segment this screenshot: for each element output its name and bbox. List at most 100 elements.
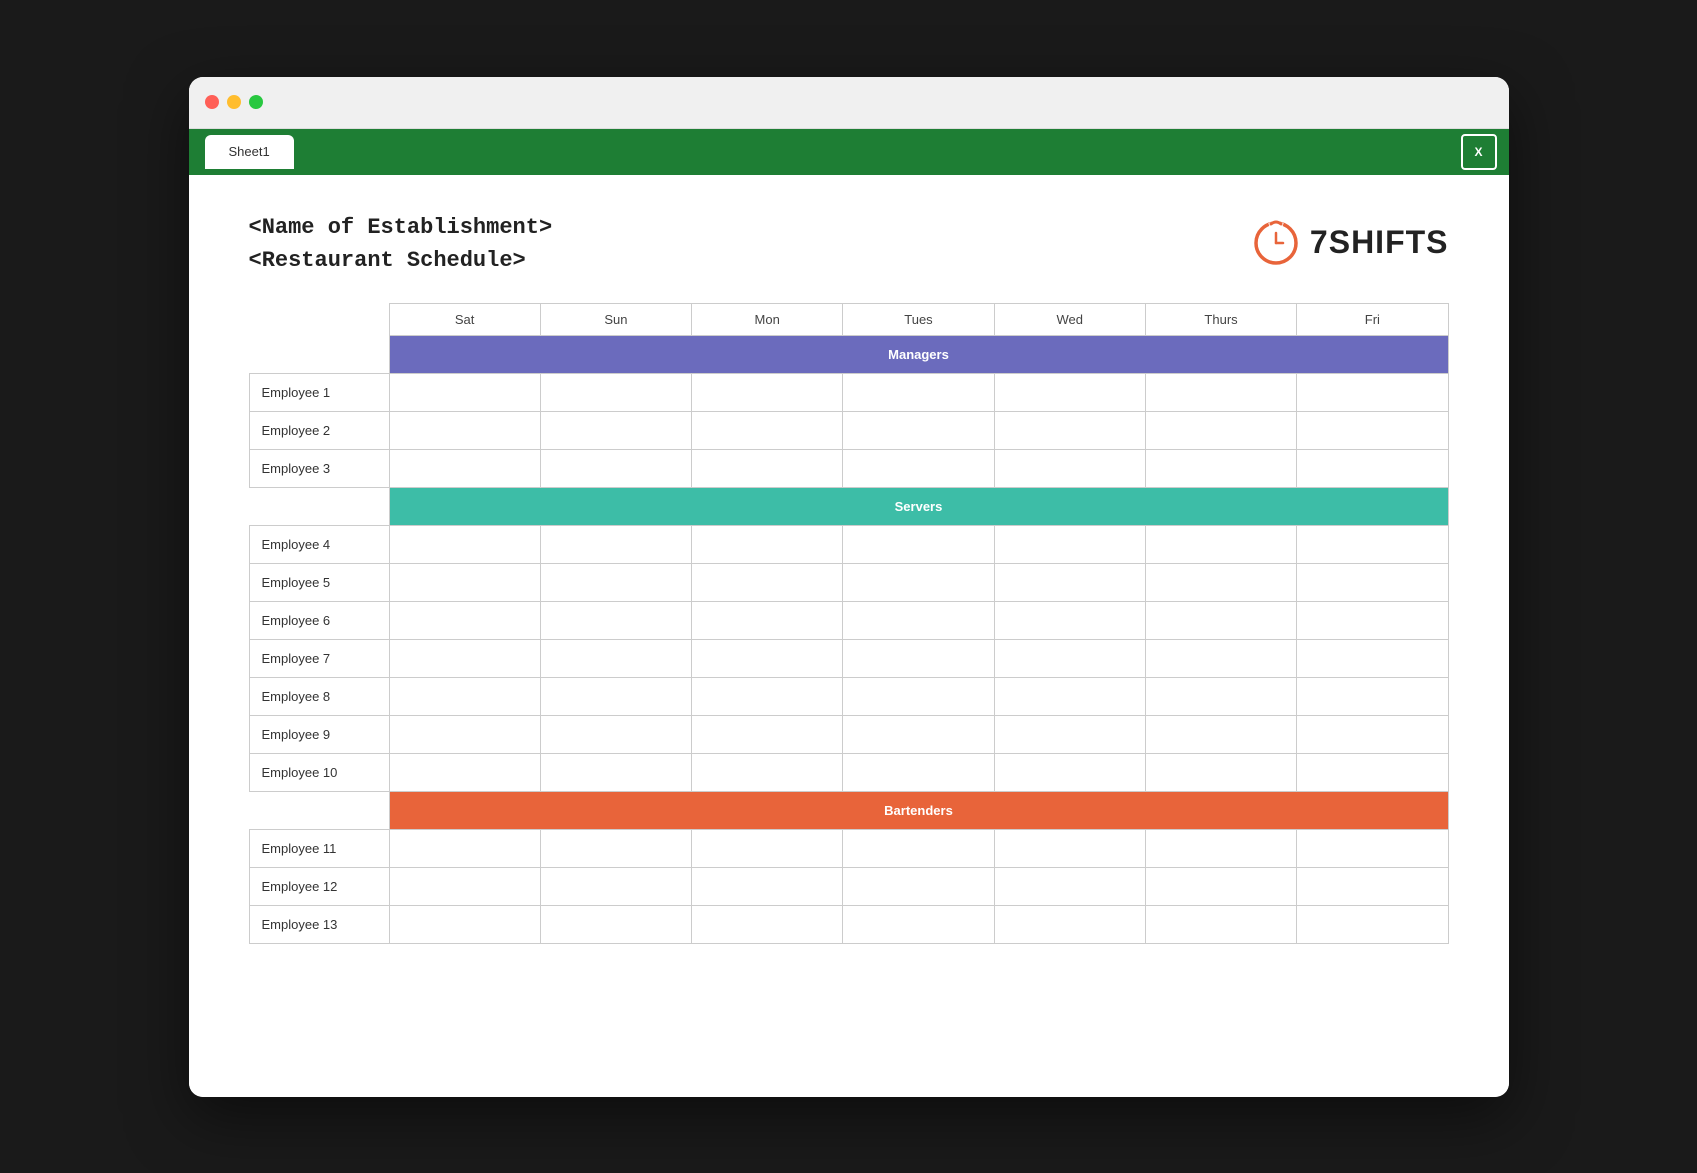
shift-cell[interactable] <box>994 753 1145 791</box>
shift-cell[interactable] <box>1145 829 1296 867</box>
shift-cell[interactable] <box>994 449 1145 487</box>
shift-cell[interactable] <box>692 715 843 753</box>
shift-cell[interactable] <box>1297 677 1448 715</box>
shift-cell[interactable] <box>389 373 540 411</box>
shift-cell[interactable] <box>843 639 994 677</box>
shift-cell[interactable] <box>389 563 540 601</box>
shift-cell[interactable] <box>843 867 994 905</box>
shift-cell[interactable] <box>1297 563 1448 601</box>
shift-cell[interactable] <box>540 829 691 867</box>
shift-cell[interactable] <box>1297 753 1448 791</box>
shift-cell[interactable] <box>1145 639 1296 677</box>
table-row: Employee 1 <box>249 373 1448 411</box>
shift-cell[interactable] <box>843 829 994 867</box>
shift-cell[interactable] <box>540 753 691 791</box>
shift-cell[interactable] <box>1145 715 1296 753</box>
shift-cell[interactable] <box>843 411 994 449</box>
shift-cell[interactable] <box>1297 601 1448 639</box>
shift-cell[interactable] <box>692 411 843 449</box>
shift-cell[interactable] <box>994 829 1145 867</box>
shift-cell[interactable] <box>843 677 994 715</box>
shift-cell[interactable] <box>540 563 691 601</box>
shift-cell[interactable] <box>389 601 540 639</box>
shift-cell[interactable] <box>540 677 691 715</box>
shift-cell[interactable] <box>994 373 1145 411</box>
shift-cell[interactable] <box>1297 829 1448 867</box>
shift-cell[interactable] <box>389 753 540 791</box>
shift-cell[interactable] <box>389 639 540 677</box>
shift-cell[interactable] <box>1145 411 1296 449</box>
shift-cell[interactable] <box>389 677 540 715</box>
shift-cell[interactable] <box>692 639 843 677</box>
shift-cell[interactable] <box>540 449 691 487</box>
shift-cell[interactable] <box>540 411 691 449</box>
shift-cell[interactable] <box>994 601 1145 639</box>
minimize-button[interactable] <box>227 95 241 109</box>
table-row: Employee 3 <box>249 449 1448 487</box>
shift-cell[interactable] <box>1297 525 1448 563</box>
shift-cell[interactable] <box>692 905 843 943</box>
shift-cell[interactable] <box>843 563 994 601</box>
shift-cell[interactable] <box>389 905 540 943</box>
shift-cell[interactable] <box>994 639 1145 677</box>
shift-cell[interactable] <box>692 867 843 905</box>
active-tab[interactable]: Sheet1 <box>205 135 294 169</box>
shift-cell[interactable] <box>1297 867 1448 905</box>
shift-cell[interactable] <box>843 525 994 563</box>
shift-cell[interactable] <box>540 639 691 677</box>
shift-cell[interactable] <box>1145 373 1296 411</box>
shift-cell[interactable] <box>1297 905 1448 943</box>
shift-cell[interactable] <box>540 373 691 411</box>
shift-cell[interactable] <box>692 677 843 715</box>
shift-cell[interactable] <box>994 905 1145 943</box>
shift-cell[interactable] <box>1145 753 1296 791</box>
shift-cell[interactable] <box>1145 601 1296 639</box>
shift-cell[interactable] <box>389 449 540 487</box>
shift-cell[interactable] <box>1297 639 1448 677</box>
shift-cell[interactable] <box>692 601 843 639</box>
excel-icon[interactable]: X <box>1461 134 1497 170</box>
shift-cell[interactable] <box>1297 715 1448 753</box>
shift-cell[interactable] <box>994 563 1145 601</box>
shift-cell[interactable] <box>1145 449 1296 487</box>
shift-cell[interactable] <box>1145 563 1296 601</box>
shift-cell[interactable] <box>843 373 994 411</box>
shift-cell[interactable] <box>994 525 1145 563</box>
shift-cell[interactable] <box>540 601 691 639</box>
shift-cell[interactable] <box>540 525 691 563</box>
shift-cell[interactable] <box>1145 867 1296 905</box>
shift-cell[interactable] <box>692 829 843 867</box>
close-button[interactable] <box>205 95 219 109</box>
shift-cell[interactable] <box>692 753 843 791</box>
shift-cell[interactable] <box>1145 525 1296 563</box>
table-row: Employee 6 <box>249 601 1448 639</box>
shift-cell[interactable] <box>1297 373 1448 411</box>
shift-cell[interactable] <box>540 905 691 943</box>
shift-cell[interactable] <box>389 867 540 905</box>
shift-cell[interactable] <box>1297 411 1448 449</box>
shift-cell[interactable] <box>843 715 994 753</box>
shift-cell[interactable] <box>389 525 540 563</box>
shift-cell[interactable] <box>692 563 843 601</box>
shift-cell[interactable] <box>389 829 540 867</box>
shift-cell[interactable] <box>994 677 1145 715</box>
shift-cell[interactable] <box>692 373 843 411</box>
shift-cell[interactable] <box>994 867 1145 905</box>
shift-cell[interactable] <box>540 867 691 905</box>
shift-cell[interactable] <box>843 449 994 487</box>
shift-cell[interactable] <box>843 601 994 639</box>
shift-cell[interactable] <box>389 715 540 753</box>
shift-cell[interactable] <box>843 905 994 943</box>
shift-cell[interactable] <box>692 449 843 487</box>
shift-cell[interactable] <box>994 715 1145 753</box>
shift-cell[interactable] <box>692 525 843 563</box>
shift-cell[interactable] <box>540 715 691 753</box>
table-row: Employee 13 <box>249 905 1448 943</box>
shift-cell[interactable] <box>389 411 540 449</box>
shift-cell[interactable] <box>1145 905 1296 943</box>
shift-cell[interactable] <box>1145 677 1296 715</box>
shift-cell[interactable] <box>843 753 994 791</box>
maximize-button[interactable] <box>249 95 263 109</box>
shift-cell[interactable] <box>994 411 1145 449</box>
shift-cell[interactable] <box>1297 449 1448 487</box>
